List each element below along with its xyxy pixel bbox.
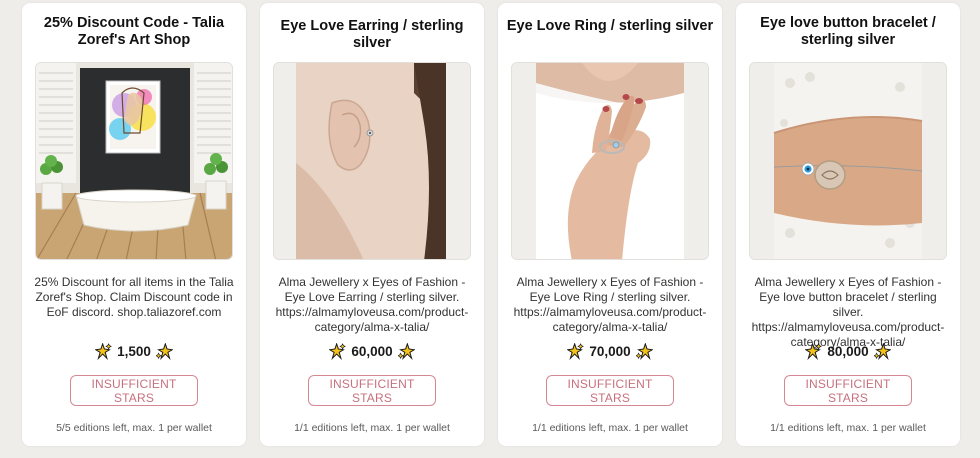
card-description: Alma Jewellery x Eyes of Fashion - Eye L… [513,275,707,334]
insufficient-stars-button[interactable]: INSUFFICIENT STARS [308,375,436,406]
price-row: 1,500 [22,343,246,360]
reward-card-eye-love-bracelet[interactable]: Eye love button bracelet / sterling silv… [736,3,960,446]
insufficient-stars-button[interactable]: INSUFFICIENT STARS [784,375,912,406]
reward-card-talia-discount[interactable]: 25% Discount Code - Talia Zoref's Art Sh… [22,3,246,446]
reward-card-eye-love-ring[interactable]: Eye Love Ring / sterling silver Alma Jew… [498,3,722,446]
card-description: Alma Jewellery x Eyes of Fashion - Eye l… [751,275,945,349]
card-image-bathroom-art[interactable] [35,62,233,260]
ring-photo [512,63,708,259]
price-row: 60,000 [260,343,484,360]
price-value: 60,000 [351,344,393,359]
sparkle-star-icon [155,343,173,360]
sparkle-star-icon [635,343,653,360]
reward-card-grid: 25% Discount Code - Talia Zoref's Art Sh… [0,0,980,458]
bathroom-art-illustration [36,63,232,259]
editions-left: 1/1 editions left, max. 1 per wallet [294,422,450,434]
price-value: 80,000 [827,344,869,359]
sparkle-star-icon [567,343,585,360]
card-image-ring[interactable] [511,62,709,260]
editions-left: 1/1 editions left, max. 1 per wallet [770,422,926,434]
card-description: 25% Discount for all items in the Talia … [34,275,234,319]
card-description: Alma Jewellery x Eyes of Fashion - Eye L… [275,275,469,334]
editions-left: 5/5 editions left, max. 1 per wallet [56,422,212,434]
bracelet-photo [750,63,946,259]
insufficient-stars-button[interactable]: INSUFFICIENT STARS [546,375,674,406]
sparkle-star-icon [329,343,347,360]
earring-photo [274,63,470,259]
card-title: 25% Discount Code - Talia Zoref's Art Sh… [43,15,225,48]
sparkle-star-icon [805,343,823,360]
card-title: Eye love button bracelet / sterling silv… [760,15,936,48]
card-image-earring[interactable] [273,62,471,260]
reward-card-eye-love-earring[interactable]: Eye Love Earring / sterling silver Alma … [260,3,484,446]
sparkle-star-icon [873,343,891,360]
insufficient-stars-button[interactable]: INSUFFICIENT STARS [70,375,198,406]
card-title: Eye Love Earring / sterling silver [280,18,464,51]
price-row: 80,000 [736,343,960,360]
price-row: 70,000 [498,343,722,360]
sparkle-star-icon [397,343,415,360]
price-value: 70,000 [589,344,631,359]
card-title: Eye Love Ring / sterling silver [506,18,714,34]
card-image-bracelet[interactable] [749,62,947,260]
editions-left: 1/1 editions left, max. 1 per wallet [532,422,688,434]
price-value: 1,500 [117,344,151,359]
sparkle-star-icon [95,343,113,360]
